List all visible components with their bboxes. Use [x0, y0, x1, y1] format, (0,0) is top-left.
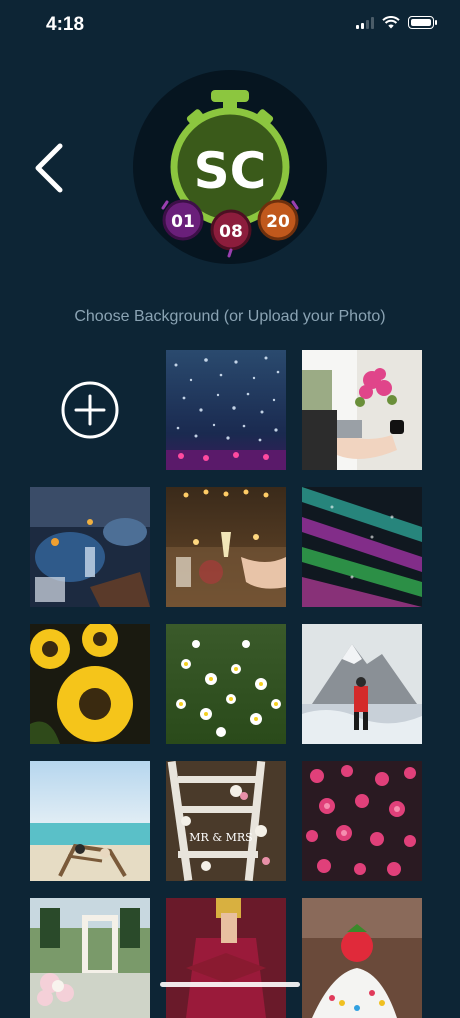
bg-tile-colorful-lasers[interactable] — [302, 487, 422, 607]
bg-tile-pink-flowers[interactable] — [302, 761, 422, 881]
bg-tile-dinner-table[interactable] — [30, 487, 150, 607]
svg-text:MR & MRS: MR & MRS — [189, 831, 252, 844]
stopwatch-logo-icon: SC 01 08 20 — [161, 90, 299, 258]
plus-circle-icon — [61, 381, 119, 439]
bg-tile-strawberry-cake[interactable] — [302, 898, 422, 1018]
add-photo-button[interactable] — [30, 350, 150, 470]
status-icons — [356, 16, 437, 29]
bg-tile-wedding-hands[interactable] — [302, 350, 422, 470]
bg-tile-wedding-arch[interactable] — [30, 898, 150, 1018]
battery-icon — [408, 16, 437, 29]
wifi-icon — [382, 16, 400, 29]
bg-tile-champagne-toast[interactable] — [166, 487, 286, 607]
status-bar: 4:18 — [0, 0, 460, 50]
bg-tile-graduation-cap[interactable] — [166, 898, 286, 1018]
chevron-left-icon — [35, 143, 63, 193]
status-time: 4:18 — [46, 14, 85, 35]
logo-letters: SC — [194, 142, 267, 200]
logo-date-day: 01 — [171, 212, 195, 232]
app-logo: SC 01 08 20 — [133, 70, 327, 264]
back-button[interactable] — [28, 140, 72, 196]
bg-tile-beach-chairs[interactable] — [30, 761, 150, 881]
bg-tile-daisy-field[interactable] — [166, 624, 286, 744]
bg-tile-mr-mrs-ladder[interactable]: MR & MRS — [166, 761, 286, 881]
bg-tile-snowy-mountain-hiker[interactable] — [302, 624, 422, 744]
signal-icon — [356, 16, 374, 29]
logo-date-year: 20 — [266, 212, 290, 232]
choose-background-label: Choose Background (or Upload your Photo) — [74, 308, 386, 325]
home-indicator[interactable] — [160, 982, 300, 987]
logo-date-month: 08 — [219, 222, 243, 242]
bg-tile-sunflowers[interactable] — [30, 624, 150, 744]
bg-tile-confetti-concert[interactable] — [166, 350, 286, 470]
